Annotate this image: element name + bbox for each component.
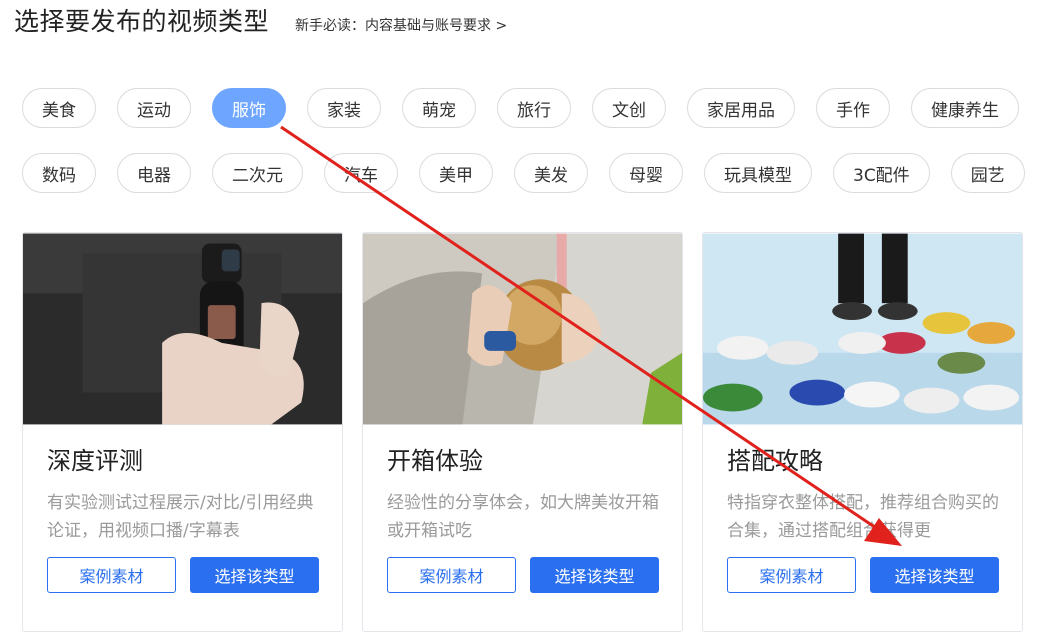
card-title: 搭配攻略 — [727, 447, 823, 475]
video-type-cards: 深度评测 有实验测试过程展示/对比/引用经典论证，用视频口播/字幕表 案例素材 … — [22, 232, 1042, 632]
category-chip[interactable]: 家装 — [307, 88, 381, 128]
category-chip[interactable]: 美食 — [22, 88, 96, 128]
category-chip[interactable]: 电器 — [117, 153, 191, 193]
category-row-1: 美食 运动 服饰 家装 萌宠 旅行 文创 家居用品 手作 健康养生 — [22, 88, 1040, 128]
case-material-button[interactable]: 案例素材 — [727, 557, 856, 593]
card-title: 开箱体验 — [387, 447, 483, 475]
category-chip[interactable]: 玩具模型 — [704, 153, 812, 193]
case-material-button[interactable]: 案例素材 — [47, 557, 176, 593]
page-title: 选择要发布的视频类型 — [14, 7, 270, 36]
coconut-drink-image — [363, 233, 682, 425]
category-chip[interactable]: 旅行 — [497, 88, 571, 128]
video-type-card: 开箱体验 经验性的分享体会，如大牌美妆开箱或开箱试吃 案例素材 选择该类型 — [362, 232, 683, 632]
category-chip[interactable]: 萌宠 — [402, 88, 476, 128]
card-description: 特指穿衣整体搭配，推荐组合购买的合集，通过搭配组合获得更 — [727, 493, 999, 541]
select-type-button[interactable]: 选择该类型 — [190, 557, 319, 593]
video-type-card: 深度评测 有实验测试过程展示/对比/引用经典论证，用视频口播/字幕表 案例素材 … — [22, 232, 343, 632]
category-chip[interactable]: 手作 — [816, 88, 890, 128]
category-chip[interactable]: 园艺 — [950, 153, 1025, 193]
category-chip-active[interactable]: 服饰 — [212, 88, 286, 128]
category-chip[interactable]: 3C配件 — [833, 153, 930, 193]
case-material-button[interactable]: 案例素材 — [387, 557, 516, 593]
card-description: 经验性的分享体会，如大牌美妆开箱或开箱试吃 — [387, 493, 659, 541]
category-chip[interactable]: 数码 — [22, 153, 96, 193]
camera-gimbal-image — [23, 233, 342, 425]
category-chip[interactable]: 二次元 — [212, 153, 303, 193]
sneakers-image — [703, 233, 1022, 425]
newbie-guide-link[interactable]: 新手必读：内容基础与账号要求 > — [295, 15, 507, 35]
category-chip[interactable]: 美发 — [514, 153, 588, 193]
category-chip[interactable]: 健康养生 — [911, 88, 1019, 128]
category-chip[interactable]: 家居用品 — [687, 88, 795, 128]
video-type-card: 搭配攻略 特指穿衣整体搭配，推荐组合购买的合集，通过搭配组合获得更 案例素材 选… — [702, 232, 1023, 632]
category-chip[interactable]: 运动 — [117, 88, 191, 128]
card-title: 深度评测 — [47, 447, 143, 475]
category-chip[interactable]: 母婴 — [609, 153, 683, 193]
select-type-button[interactable]: 选择该类型 — [530, 557, 659, 593]
category-row-2: 数码 电器 二次元 汽车 美甲 美发 母婴 玩具模型 3C配件 园艺 — [22, 153, 1046, 193]
page-header: 选择要发布的视频类型 新手必读：内容基础与账号要求 > — [14, 2, 507, 38]
category-chip[interactable]: 文创 — [592, 88, 666, 128]
category-chip[interactable]: 汽车 — [324, 153, 398, 193]
card-description: 有实验测试过程展示/对比/引用经典论证，用视频口播/字幕表 — [47, 493, 314, 541]
category-chip[interactable]: 美甲 — [419, 153, 493, 193]
select-type-button[interactable]: 选择该类型 — [870, 557, 999, 593]
